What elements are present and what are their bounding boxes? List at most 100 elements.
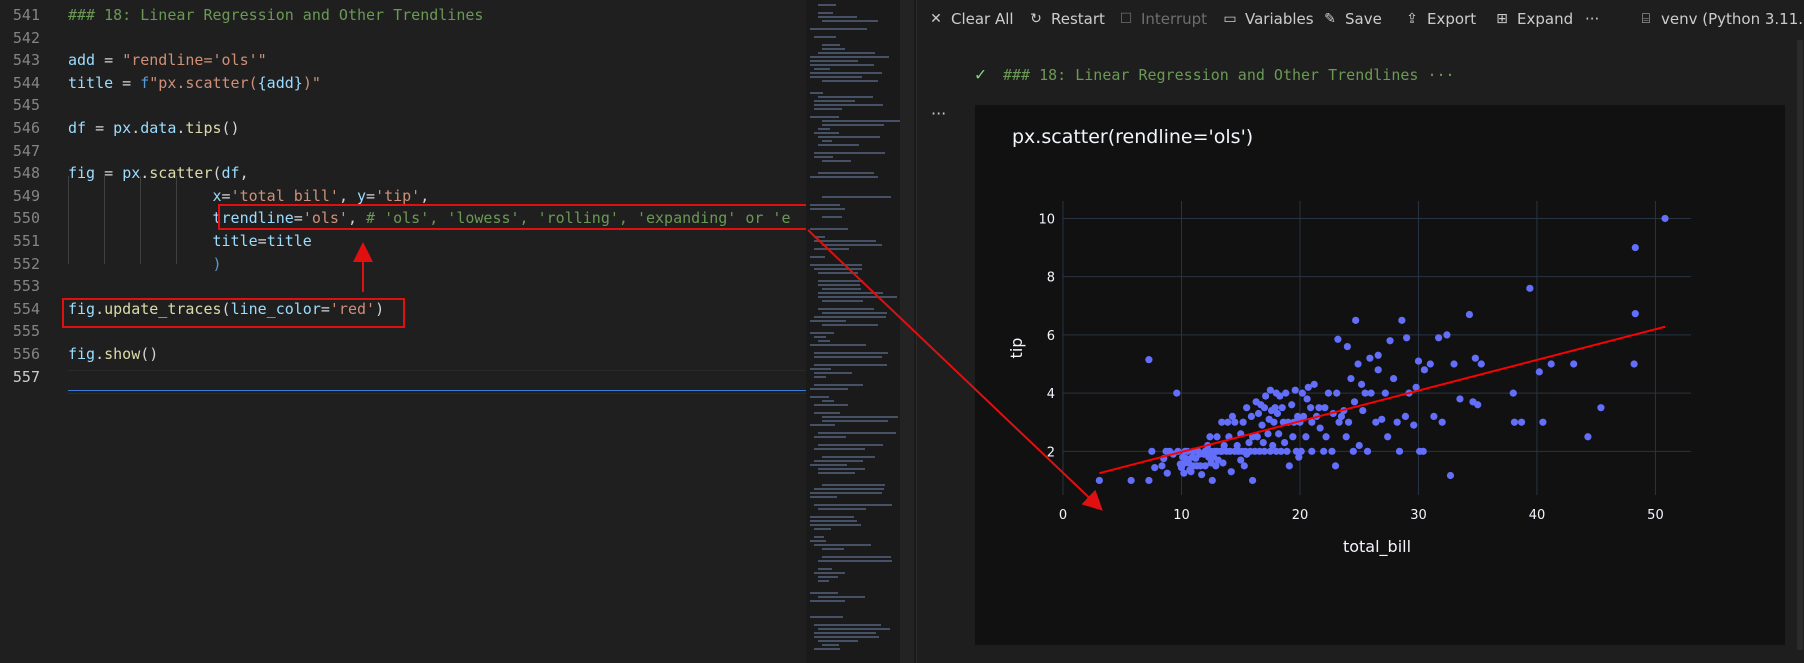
data-point	[1151, 464, 1159, 472]
data-point	[1450, 360, 1458, 368]
code-line[interactable]: 552 )	[0, 253, 806, 275]
clear-all-button[interactable]: ✕ Clear All	[927, 8, 1013, 30]
cell-title[interactable]: ### 18: Linear Regression and Other Tren…	[1003, 66, 1455, 84]
data-point	[1395, 447, 1404, 455]
line-number: 551	[12, 232, 40, 250]
code-token: "rendline='ols'"	[122, 51, 267, 70]
code-line[interactable]: 557	[0, 366, 806, 388]
code-line[interactable]: 542	[0, 27, 806, 49]
code-line[interactable]: 545	[0, 94, 806, 116]
minimap-line	[814, 268, 862, 270]
x-tick-label: 10	[1173, 508, 1190, 523]
code-line[interactable]: 544 title = f"px.scatter({add})"	[0, 72, 806, 94]
save-button[interactable]: ✎ Save	[1321, 8, 1382, 30]
minimap-line	[810, 56, 889, 58]
data-point	[1278, 404, 1286, 412]
minimap-line	[814, 156, 833, 158]
code-line[interactable]: 551 title=title	[0, 230, 806, 252]
code-token: =	[221, 186, 231, 205]
interactive-window: ✕ Clear All ↻ Restart ☐ Interrupt ▭ Variable…	[916, 0, 1804, 663]
data-point	[1474, 401, 1482, 409]
data-point	[1310, 380, 1318, 388]
editor-scrollbar[interactable]	[900, 0, 914, 663]
minimap-line	[814, 384, 863, 386]
code-line[interactable]: 556 fig.show()	[0, 343, 806, 365]
plot-output[interactable]: px.scatter(rendline='ols') 2 4 6 8 10 0 10 20 30 4…	[975, 105, 1785, 645]
data-point	[1320, 447, 1328, 455]
code-token: .	[140, 164, 150, 183]
data-point	[1095, 476, 1103, 485]
minimap-line	[810, 60, 859, 62]
output-scrollbar[interactable]	[1797, 40, 1803, 650]
minimap-line	[814, 316, 886, 318]
code-line[interactable]: 547	[0, 140, 806, 162]
data-point	[1526, 284, 1534, 292]
interrupt-button[interactable]: ☐ Interrupt	[1117, 8, 1207, 30]
y-axis-label: tip	[1007, 338, 1026, 359]
data-point	[1308, 447, 1316, 455]
code-line[interactable]: 546 df = px.data.tips()	[0, 117, 806, 139]
data-point	[1208, 476, 1216, 485]
data-point	[1357, 380, 1366, 388]
line-number: 542	[12, 28, 40, 47]
minimap-line	[814, 364, 887, 366]
data-point	[1273, 409, 1282, 418]
data-point	[1260, 404, 1269, 412]
minimap-line	[822, 44, 841, 46]
code-line[interactable]: 541 ### 18: Linear Regression and Other T…	[0, 4, 806, 26]
restart-button[interactable]: ↻ Restart	[1027, 8, 1105, 30]
minimap-line	[822, 124, 885, 126]
minimap-line	[818, 560, 892, 562]
scatter-chart[interactable]: px.scatter(rendline='ols') 2 4 6 8 10 0 10 20 30 4…	[975, 105, 1785, 645]
expand-button[interactable]: ⊞ Expand	[1493, 8, 1573, 30]
code-line[interactable]: 543 add = "rendline='ols'"	[0, 49, 806, 71]
minimap-line	[814, 624, 882, 626]
data-point	[1282, 389, 1290, 397]
minimap-line	[822, 244, 883, 246]
variables-button[interactable]: ▭ Variables	[1221, 8, 1313, 30]
data-point	[1354, 360, 1362, 368]
line-number: 547	[12, 141, 40, 160]
kernel-picker[interactable]: ⌸ venv (Python 3.11.1)	[1637, 8, 1804, 30]
cell-more-button[interactable]: ···	[931, 104, 946, 123]
data-point	[1349, 447, 1357, 455]
data-point	[1446, 471, 1455, 480]
interactive-toolbar: ✕ Clear All ↻ Restart ☐ Interrupt ▭ Variable…	[917, 0, 1804, 38]
line-number: 555	[12, 322, 40, 341]
data-point	[1374, 366, 1382, 374]
data-point	[1239, 418, 1247, 426]
minimap-line	[810, 76, 863, 78]
minimap-line	[818, 568, 833, 570]
minimap-line	[814, 248, 850, 250]
code-text: df = px.data.tips()	[68, 117, 240, 139]
minimap-line	[810, 228, 849, 230]
minimap-line	[818, 468, 865, 470]
minimap-line	[810, 396, 829, 398]
data-point	[1291, 386, 1299, 394]
minimap-line	[818, 580, 829, 582]
minimap-line	[810, 64, 875, 66]
x-tick-label: 40	[1529, 508, 1546, 523]
minimap-line	[810, 176, 879, 178]
data-point	[1398, 316, 1406, 324]
expand-icon: ⊞	[1496, 11, 1508, 27]
code-line[interactable]: 553	[0, 275, 806, 297]
code-text: ### 18: Linear Regression and Other Tren…	[68, 4, 483, 26]
code-token: ()	[140, 345, 159, 363]
indent-guide	[68, 176, 69, 264]
minimap-line	[818, 172, 875, 174]
minimap-line	[814, 104, 883, 106]
code-token: (	[212, 164, 222, 183]
minimap-line	[810, 600, 845, 602]
minimap-line	[822, 484, 885, 486]
code-token: tips	[185, 119, 222, 137]
code-token: df	[221, 164, 240, 183]
data-point	[1288, 401, 1296, 409]
code-line[interactable]: 548 fig = px.scatter(df,	[0, 162, 806, 184]
more-actions-button[interactable]: ···	[1585, 8, 1599, 30]
export-button[interactable]: ⇪ Export	[1403, 8, 1476, 30]
stop-icon: ☐	[1119, 11, 1133, 27]
code-editor[interactable]: 541 ### 18: Linear Regression and Other T…	[0, 0, 806, 663]
code-token: ### 18: Linear Regression and Other Tren…	[68, 6, 484, 24]
code-token: ,	[338, 186, 357, 205]
